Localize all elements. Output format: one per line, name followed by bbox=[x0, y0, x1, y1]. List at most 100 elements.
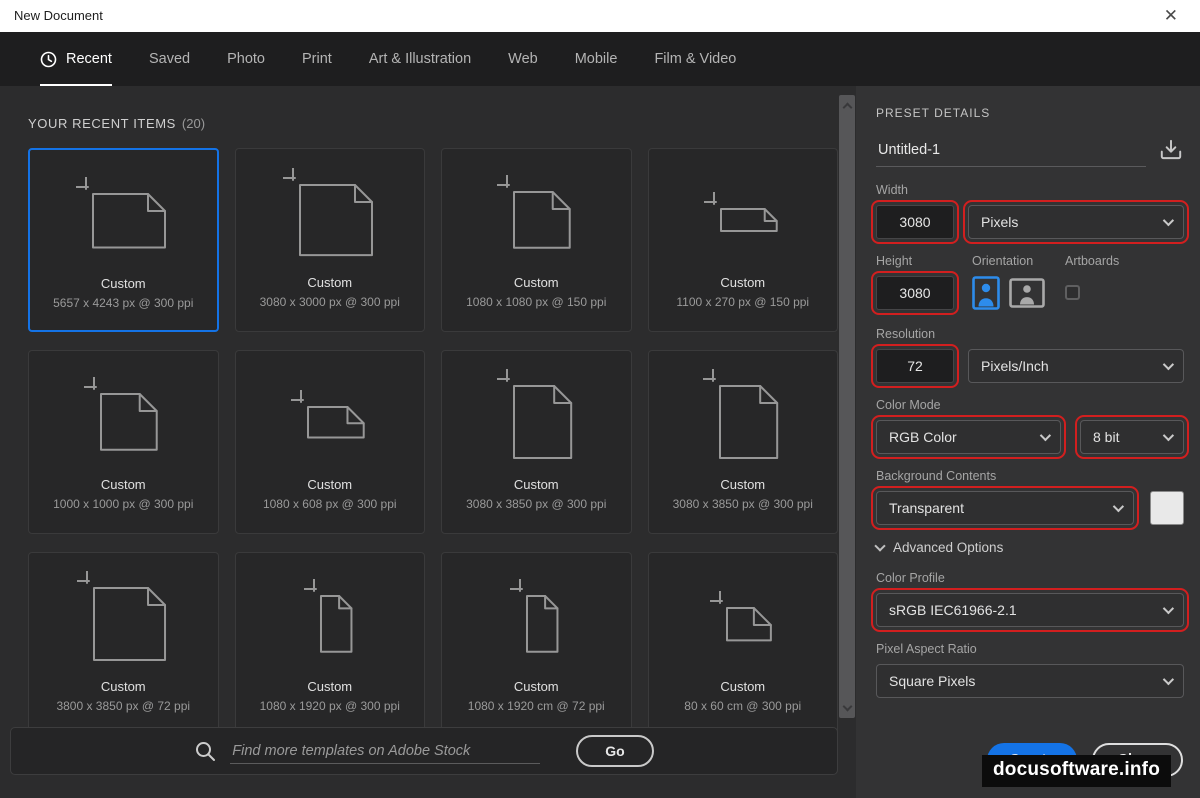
tab-mobile[interactable]: Mobile bbox=[575, 32, 618, 86]
tab-film-video[interactable]: Film & Video bbox=[654, 32, 736, 86]
width-unit-value: Pixels bbox=[981, 214, 1019, 230]
template-card[interactable]: Custom 1080 x 1920 px @ 300 ppi bbox=[234, 552, 425, 736]
template-card[interactable]: Custom 3080 x 3850 px @ 300 ppi bbox=[647, 350, 838, 534]
template-name: Custom bbox=[100, 679, 146, 694]
resolution-input[interactable] bbox=[871, 344, 959, 388]
color-mode-value: RGB Color bbox=[889, 429, 957, 445]
document-name-input[interactable] bbox=[876, 137, 1146, 167]
tab-photo[interactable]: Photo bbox=[227, 32, 265, 86]
template-name: Custom bbox=[720, 477, 766, 492]
chevron-down-icon bbox=[874, 539, 886, 552]
template-card[interactable]: Custom 1080 x 1920 cm @ 72 ppi bbox=[441, 552, 632, 736]
color-profile-value: sRGB IEC61966-2.1 bbox=[889, 602, 1017, 618]
chevron-down-icon bbox=[1162, 602, 1175, 615]
color-mode-dropdown[interactable]: RGB Color bbox=[871, 415, 1066, 459]
search-icon bbox=[194, 740, 216, 762]
tab-web[interactable]: Web bbox=[508, 32, 538, 86]
orientation-landscape-icon[interactable] bbox=[1009, 278, 1045, 308]
template-dimensions: 3080 x 3000 px @ 300 ppi bbox=[259, 295, 400, 309]
orientation-label: Orientation bbox=[972, 254, 1034, 268]
template-name: Custom bbox=[100, 477, 146, 492]
tab-art-illustration[interactable]: Art & Illustration bbox=[369, 32, 471, 86]
scroll-down-icon[interactable] bbox=[842, 701, 852, 712]
scroll-up-icon[interactable] bbox=[842, 101, 852, 113]
template-dimensions: 3080 x 3850 px @ 300 ppi bbox=[672, 497, 813, 511]
chevron-down-icon bbox=[1162, 673, 1175, 686]
go-button[interactable]: Go bbox=[576, 735, 654, 767]
template-card[interactable]: Custom 5657 x 4243 px @ 300 ppi bbox=[28, 148, 219, 332]
document-thumbnail-icon bbox=[497, 155, 575, 273]
bit-depth-value: 8 bit bbox=[1093, 429, 1120, 445]
width-unit-dropdown[interactable]: Pixels bbox=[963, 200, 1189, 244]
background-color-swatch[interactable] bbox=[1150, 491, 1184, 525]
recent-items-count: (20) bbox=[181, 116, 206, 131]
tab-recent[interactable]: Recent bbox=[40, 32, 112, 86]
vertical-scrollbar[interactable] bbox=[839, 95, 855, 718]
tab-print[interactable]: Print bbox=[302, 32, 332, 86]
width-input[interactable] bbox=[871, 200, 959, 244]
template-name: Custom bbox=[307, 477, 353, 492]
pixel-aspect-ratio-value: Square Pixels bbox=[889, 673, 976, 689]
width-label: Width bbox=[876, 183, 908, 197]
template-dimensions: 3080 x 3850 px @ 300 ppi bbox=[466, 497, 607, 511]
template-card[interactable]: Custom 3080 x 3000 px @ 300 ppi bbox=[234, 148, 425, 332]
chevron-down-icon bbox=[1039, 429, 1052, 442]
tab-saved[interactable]: Saved bbox=[149, 32, 190, 86]
template-card[interactable]: Custom 1080 x 1080 px @ 150 ppi bbox=[441, 148, 632, 332]
window-close-icon[interactable]: ✕ bbox=[1158, 4, 1184, 28]
adobe-stock-searchbar: Go bbox=[10, 727, 838, 775]
advanced-options-toggle[interactable]: Advanced Options bbox=[874, 539, 1184, 555]
artboards-checkbox[interactable] bbox=[1065, 285, 1080, 300]
tab-label: Recent bbox=[66, 51, 112, 67]
orientation-portrait-icon[interactable] bbox=[972, 276, 1000, 310]
chevron-down-icon bbox=[1162, 358, 1175, 371]
template-dimensions: 1080 x 608 px @ 300 ppi bbox=[262, 497, 397, 511]
template-dimensions: 1080 x 1920 cm @ 72 ppi bbox=[467, 699, 605, 713]
template-name: Custom bbox=[100, 276, 146, 291]
document-thumbnail-icon bbox=[84, 357, 162, 475]
chevron-down-icon bbox=[1162, 429, 1175, 442]
resolution-label: Resolution bbox=[876, 327, 936, 341]
template-card[interactable]: Custom 3080 x 3850 px @ 300 ppi bbox=[441, 350, 632, 534]
document-thumbnail-icon bbox=[76, 559, 170, 677]
category-tabbar: Recent Saved Photo Print Art & Illustration W… bbox=[0, 32, 1200, 86]
recent-items-heading-text: YOUR RECENT ITEMS bbox=[28, 116, 176, 131]
background-contents-dropdown[interactable]: Transparent bbox=[871, 486, 1139, 530]
resolution-unit-value: Pixels/Inch bbox=[981, 358, 1049, 374]
tab-label: Saved bbox=[148, 51, 191, 67]
stock-search-input[interactable] bbox=[230, 738, 541, 764]
template-dimensions: 1080 x 1920 px @ 300 ppi bbox=[259, 699, 400, 713]
bit-depth-dropdown[interactable]: 8 bit bbox=[1075, 415, 1189, 459]
resolution-unit-dropdown[interactable]: Pixels/Inch bbox=[968, 349, 1184, 383]
template-name: Custom bbox=[307, 679, 353, 694]
document-thumbnail-icon bbox=[510, 559, 562, 677]
watermark: docusoftware.info bbox=[982, 755, 1172, 787]
template-card[interactable]: Custom 1080 x 608 px @ 300 ppi bbox=[234, 350, 425, 534]
document-thumbnail-icon bbox=[709, 559, 776, 677]
document-thumbnail-icon bbox=[76, 156, 170, 274]
recent-items-panel: YOUR RECENT ITEMS (20) Custom 5657 x 4243 … bbox=[0, 86, 856, 798]
save-preset-icon[interactable] bbox=[1158, 137, 1184, 167]
document-thumbnail-icon bbox=[496, 357, 576, 475]
height-input[interactable] bbox=[871, 271, 959, 315]
tab-label: Art & Illustration bbox=[368, 51, 472, 67]
template-name: Custom bbox=[307, 275, 353, 290]
preset-details-panel: PRESET DETAILS Width Pixels Height Orien… bbox=[856, 86, 1200, 798]
template-card[interactable]: Custom 1100 x 270 px @ 150 ppi bbox=[647, 148, 838, 332]
template-dimensions: 80 x 60 cm @ 300 ppi bbox=[684, 699, 802, 713]
document-thumbnail-icon bbox=[282, 155, 377, 273]
color-profile-dropdown[interactable]: sRGB IEC61966-2.1 bbox=[871, 588, 1189, 632]
template-dimensions: 1100 x 270 px @ 150 ppi bbox=[676, 295, 810, 309]
template-card[interactable]: Custom 3800 x 3850 px @ 72 ppi bbox=[28, 552, 219, 736]
template-dimensions: 5657 x 4243 px @ 300 ppi bbox=[53, 296, 194, 310]
template-card[interactable]: Custom 1000 x 1000 px @ 300 ppi bbox=[28, 350, 219, 534]
recent-items-heading: YOUR RECENT ITEMS (20) bbox=[28, 116, 205, 131]
pixel-aspect-ratio-dropdown[interactable]: Square Pixels bbox=[876, 664, 1184, 698]
artboards-label: Artboards bbox=[1065, 254, 1120, 268]
template-card[interactable]: Custom 80 x 60 cm @ 300 ppi bbox=[647, 552, 838, 736]
window-title: New Document bbox=[14, 8, 103, 23]
template-dimensions: 1000 x 1000 px @ 300 ppi bbox=[53, 497, 194, 511]
chevron-down-icon bbox=[1162, 214, 1175, 227]
background-contents-value: Transparent bbox=[889, 500, 964, 516]
document-thumbnail-icon bbox=[703, 155, 782, 273]
